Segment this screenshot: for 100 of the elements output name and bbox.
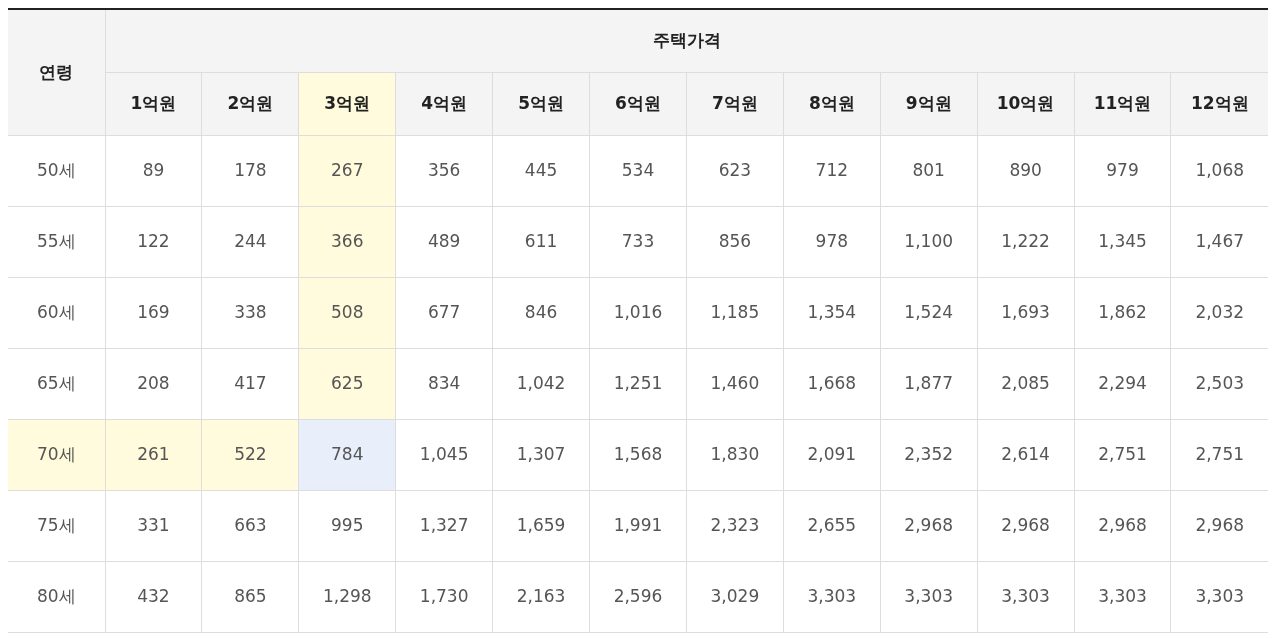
table-cell: 1,298 <box>298 561 396 632</box>
table-cell: 356 <box>395 135 493 206</box>
table-cell: 1,100 <box>880 206 978 277</box>
table-cell: 1,568 <box>589 419 687 490</box>
column-header: 7억원 <box>686 72 784 135</box>
table-cell: 3,029 <box>686 561 784 632</box>
table-cell: 1,524 <box>880 277 978 348</box>
table-cell: 1,354 <box>783 277 881 348</box>
table-cell: 508 <box>298 277 396 348</box>
table-cell: 1,460 <box>686 348 784 419</box>
table-cell: 1,991 <box>589 490 687 561</box>
table-cell: 2,323 <box>686 490 784 561</box>
table-cell: 611 <box>492 206 590 277</box>
table-cell: 677 <box>395 277 493 348</box>
table-cell: 267 <box>298 135 396 206</box>
table-cell: 3,303 <box>880 561 978 632</box>
table-cell: 978 <box>783 206 881 277</box>
table-cell: 663 <box>201 490 299 561</box>
table-cell: 2,085 <box>977 348 1075 419</box>
table-cell: 445 <box>492 135 590 206</box>
table-cell: 208 <box>105 348 202 419</box>
table-cell: 834 <box>395 348 493 419</box>
table-cell: 2,503 <box>1170 348 1268 419</box>
table-cell: 856 <box>686 206 784 277</box>
table-cell: 1,467 <box>1170 206 1268 277</box>
row-header: 65세 <box>8 348 105 419</box>
table-cell: 2,032 <box>1170 277 1268 348</box>
table-cell: 522 <box>201 419 299 490</box>
table-cell: 979 <box>1074 135 1171 206</box>
column-header: 8억원 <box>783 72 881 135</box>
table-cell: 865 <box>201 561 299 632</box>
table-cell: 1,016 <box>589 277 687 348</box>
table-cell: 1,222 <box>977 206 1075 277</box>
column-header: 4억원 <box>395 72 493 135</box>
table-cell: 2,968 <box>880 490 978 561</box>
table-cell: 733 <box>589 206 687 277</box>
table-cell: 846 <box>492 277 590 348</box>
table-cell: 1,877 <box>880 348 978 419</box>
table-cell: 1,327 <box>395 490 493 561</box>
column-header: 10억원 <box>977 72 1075 135</box>
table-cell: 2,968 <box>977 490 1075 561</box>
table-cell: 784 <box>298 419 396 490</box>
column-header: 11억원 <box>1074 72 1171 135</box>
table-cell: 244 <box>201 206 299 277</box>
row-header: 75세 <box>8 490 105 561</box>
table-cell: 2,968 <box>1074 490 1171 561</box>
table-cell: 3,303 <box>977 561 1075 632</box>
row-header: 50세 <box>8 135 105 206</box>
table-cell: 178 <box>201 135 299 206</box>
table-cell: 1,307 <box>492 419 590 490</box>
table-cell: 366 <box>298 206 396 277</box>
table-cell: 534 <box>589 135 687 206</box>
table-cell: 995 <box>298 490 396 561</box>
column-header: 주택가격 <box>105 9 1268 72</box>
table-cell: 623 <box>686 135 784 206</box>
table-cell: 122 <box>105 206 202 277</box>
row-header: 60세 <box>8 277 105 348</box>
table-cell: 1,668 <box>783 348 881 419</box>
table-cell: 2,614 <box>977 419 1075 490</box>
table-cell: 1,042 <box>492 348 590 419</box>
table-cell: 89 <box>105 135 202 206</box>
column-header: 5억원 <box>492 72 590 135</box>
table-cell: 1,862 <box>1074 277 1171 348</box>
column-header: 연령 <box>8 9 105 135</box>
row-header: 70세 <box>8 419 105 490</box>
column-header: 12억원 <box>1170 72 1268 135</box>
table-cell: 1,185 <box>686 277 784 348</box>
column-header: 1억원 <box>105 72 202 135</box>
table-cell: 432 <box>105 561 202 632</box>
table-cell: 2,655 <box>783 490 881 561</box>
table-cell: 338 <box>201 277 299 348</box>
table-cell: 625 <box>298 348 396 419</box>
table-cell: 2,163 <box>492 561 590 632</box>
column-header: 3억원 <box>298 72 396 135</box>
table-cell: 1,659 <box>492 490 590 561</box>
column-header: 9억원 <box>880 72 978 135</box>
table-cell: 1,251 <box>589 348 687 419</box>
table-cell: 261 <box>105 419 202 490</box>
table-cell: 3,303 <box>1074 561 1171 632</box>
table-cell: 2,968 <box>1170 490 1268 561</box>
table-cell: 2,751 <box>1074 419 1171 490</box>
column-header: 2억원 <box>201 72 299 135</box>
table-cell: 2,091 <box>783 419 881 490</box>
table-cell: 712 <box>783 135 881 206</box>
table-cell: 2,596 <box>589 561 687 632</box>
table-cell: 2,294 <box>1074 348 1171 419</box>
table-cell: 331 <box>105 490 202 561</box>
row-header: 55세 <box>8 206 105 277</box>
table-cell: 417 <box>201 348 299 419</box>
table-cell: 169 <box>105 277 202 348</box>
table-cell: 3,303 <box>1170 561 1268 632</box>
table-cell: 1,730 <box>395 561 493 632</box>
table-cell: 1,345 <box>1074 206 1171 277</box>
table-cell: 1,045 <box>395 419 493 490</box>
row-header: 80세 <box>8 561 105 632</box>
table-cell: 3,303 <box>783 561 881 632</box>
table-cell: 2,751 <box>1170 419 1268 490</box>
table-cell: 489 <box>395 206 493 277</box>
column-header: 6억원 <box>589 72 687 135</box>
table-cell: 1,068 <box>1170 135 1268 206</box>
